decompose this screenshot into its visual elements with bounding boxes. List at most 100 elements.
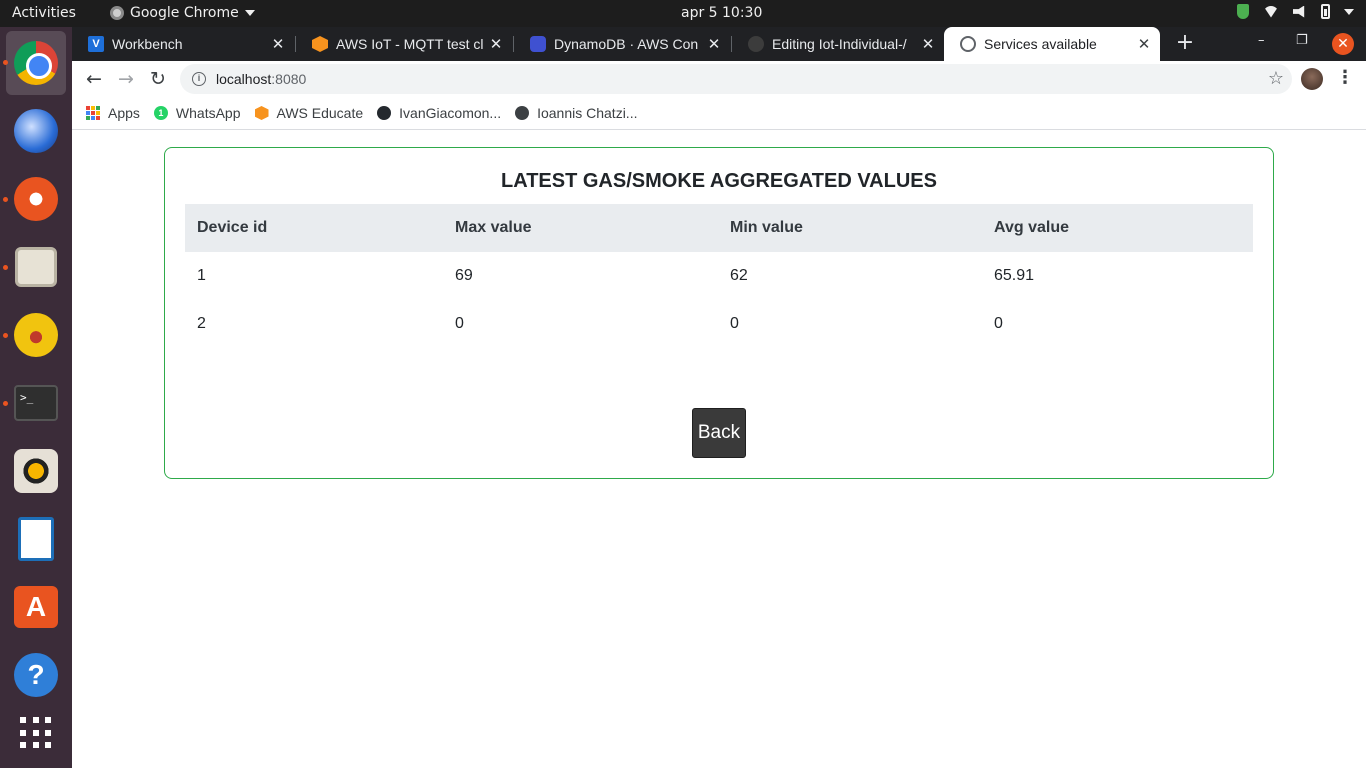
back-arrow-icon[interactable]: ←	[82, 67, 106, 91]
wifi-icon[interactable]	[1263, 5, 1279, 18]
window-close-button[interactable]: ✕	[1332, 33, 1354, 55]
url-text[interactable]: localhost:8080	[216, 71, 306, 87]
tab-title: DynamoDB · AWS Con	[554, 36, 699, 52]
dock-show-apps[interactable]	[12, 709, 60, 757]
globe-icon	[515, 106, 530, 120]
bookmark-label: AWS Educate	[276, 105, 364, 121]
close-icon[interactable]: ✕	[918, 35, 938, 53]
files-icon	[15, 247, 57, 287]
cell-min-value: 62	[730, 267, 748, 284]
bookmark-aws-educate[interactable]: AWS Educate	[254, 105, 364, 121]
rhythmbox-icon	[14, 449, 58, 493]
info-icon[interactable]: i	[192, 72, 206, 86]
volume-icon[interactable]	[1293, 5, 1305, 18]
new-tab-button[interactable]: +	[1172, 31, 1198, 57]
dock-teapot[interactable]	[12, 311, 60, 359]
globe-icon	[960, 36, 976, 52]
dock-thunderbird[interactable]	[12, 107, 60, 155]
bookmark-star-icon[interactable]: ☆	[1268, 68, 1284, 89]
running-indicator	[3, 265, 8, 270]
profile-avatar[interactable]	[1301, 68, 1323, 90]
github-icon	[748, 36, 764, 52]
tab-dynamodb[interactable]: DynamoDB · AWS Con ✕	[514, 27, 730, 61]
dock-rhythmbox[interactable]	[12, 447, 60, 495]
aws-icon	[312, 36, 328, 52]
dock-chrome[interactable]	[6, 31, 66, 95]
dock-terminal[interactable]: >_	[12, 379, 60, 427]
thunderbird-icon	[14, 109, 58, 153]
help-icon: ?	[14, 653, 58, 697]
workbench-icon: V	[88, 36, 104, 52]
column-header-min-value: Min value	[718, 204, 982, 252]
minimize-button[interactable]: –	[1258, 33, 1265, 48]
bookmark-ioannis[interactable]: Ioannis Chatzi...	[515, 105, 637, 121]
table-header-row: Device id Max value Min value Avg value	[185, 204, 1253, 252]
caret-down-icon	[244, 10, 255, 16]
teapot-icon	[14, 313, 58, 357]
bookmark-apps[interactable]: Apps	[86, 105, 140, 121]
tab-title: Services available	[984, 36, 1097, 52]
show-apps-icon	[20, 717, 52, 749]
github-icon	[377, 106, 392, 120]
table-row: 2 0 0 0	[185, 300, 1253, 348]
bookmark-label: Ioannis Chatzi...	[537, 105, 638, 121]
column-header-avg-value: Avg value	[982, 204, 1253, 252]
aggregated-values-card: LATEST GAS/SMOKE AGGREGATED VALUES Devic…	[164, 147, 1274, 479]
dock-writer[interactable]	[12, 515, 60, 563]
column-header-max-value: Max value	[443, 204, 718, 252]
whatsapp-icon: 1	[153, 106, 168, 120]
tab-title: Editing Iot-Individual-/	[772, 36, 907, 52]
forward-arrow-icon[interactable]: →	[114, 67, 138, 91]
apps-grid-icon	[86, 106, 100, 120]
terminal-icon: >_	[14, 385, 58, 421]
back-button[interactable]: Back	[692, 408, 746, 458]
bookmark-whatsapp[interactable]: 1 WhatsApp	[153, 105, 241, 121]
dock-software-store[interactable]: A	[12, 583, 60, 631]
tab-aws-iot[interactable]: AWS IoT - MQTT test cl ✕	[296, 27, 512, 61]
aws-educate-icon	[254, 106, 269, 120]
close-icon[interactable]: ✕	[704, 35, 724, 53]
tab-title: Workbench	[112, 36, 183, 52]
close-icon[interactable]: ✕	[1134, 35, 1154, 53]
menu-kebab-icon[interactable]: ⋮	[1336, 67, 1354, 88]
aggregated-values-table: Device id Max value Min value Avg value …	[185, 204, 1253, 348]
tab-services-available[interactable]: Services available ✕	[944, 27, 1160, 61]
cell-device-id: 1	[197, 267, 206, 284]
tab-title: AWS IoT - MQTT test cl	[336, 36, 484, 52]
system-tray[interactable]	[1237, 4, 1354, 19]
reload-icon[interactable]: ↻	[146, 67, 170, 91]
dock-files[interactable]	[12, 243, 60, 291]
restore-button[interactable]: ❐	[1296, 33, 1308, 48]
bookmark-label: IvanGiacomon...	[399, 105, 502, 121]
activities-button[interactable]: Activities	[12, 5, 76, 21]
dock-help[interactable]: ?	[12, 651, 60, 699]
cell-avg-value: 0	[994, 315, 1003, 332]
bookmark-ivangiacomon[interactable]: IvanGiacomon...	[377, 105, 501, 121]
tab-strip: V Workbench ✕ AWS IoT - MQTT test cl ✕ D…	[72, 27, 1366, 61]
page-content: LATEST GAS/SMOKE AGGREGATED VALUES Devic…	[72, 131, 1366, 768]
clock[interactable]: apr 5 10:30	[681, 5, 762, 21]
running-indicator	[3, 197, 8, 202]
software-store-icon: A	[14, 586, 58, 628]
chrome-icon	[14, 41, 58, 85]
close-icon[interactable]: ✕	[486, 35, 506, 53]
table-row: 1 69 62 65.91	[185, 252, 1253, 300]
cell-max-value: 69	[455, 267, 473, 284]
browser-toolbar: ← → ↻ i localhost:8080 ☆ ⋮	[72, 61, 1366, 97]
tab-workbench[interactable]: V Workbench ✕	[72, 27, 294, 61]
app-menu-label: Google Chrome	[130, 5, 239, 21]
writer-icon	[18, 517, 54, 561]
dock-inkscape[interactable]	[12, 175, 60, 223]
address-bar[interactable]: i localhost:8080 ☆	[180, 64, 1292, 94]
shield-icon[interactable]	[1237, 4, 1249, 19]
chrome-mini-icon	[110, 6, 124, 20]
system-menu-caret-icon[interactable]	[1344, 8, 1354, 15]
running-indicator	[3, 333, 8, 338]
cell-max-value: 0	[455, 315, 464, 332]
tab-github-editing[interactable]: Editing Iot-Individual-/ ✕	[732, 27, 944, 61]
app-menu[interactable]: Google Chrome	[110, 5, 255, 21]
close-icon[interactable]: ✕	[268, 35, 288, 53]
battery-icon[interactable]	[1321, 4, 1330, 19]
column-header-device-id: Device id	[185, 204, 443, 252]
cell-device-id: 2	[197, 315, 206, 332]
